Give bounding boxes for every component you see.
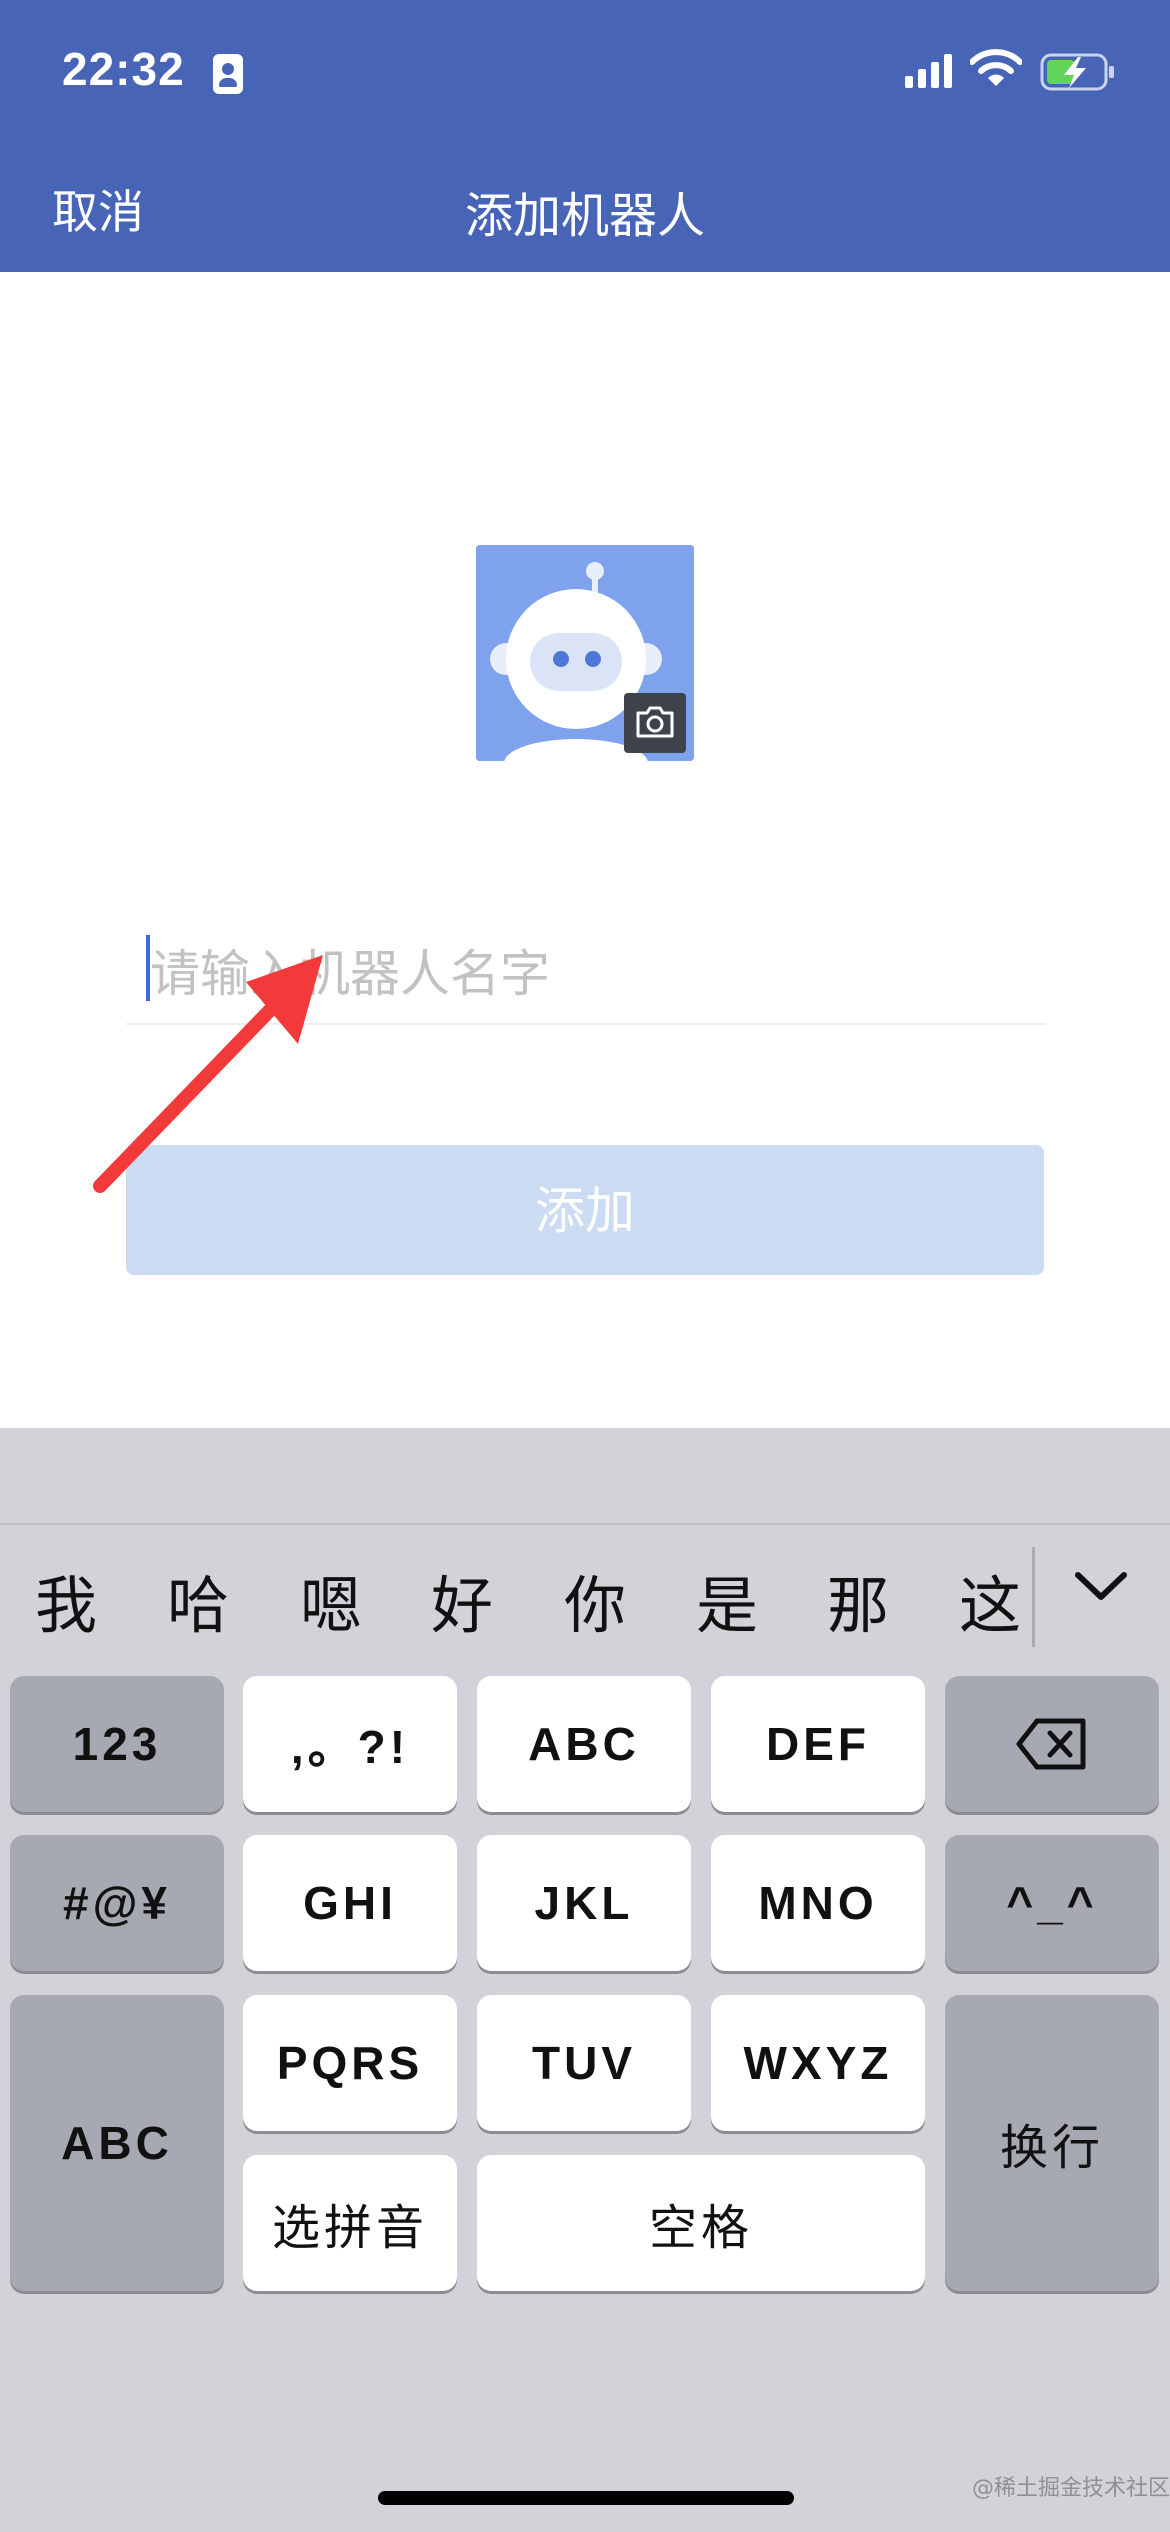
keyboard: 我 哈 嗯 好 你 是 那 这 123 ,。?! ABC DEF #@¥ GHI… [0,1428,1170,2532]
app-header: 22:32 取消 添加机器人 [0,0,1170,272]
battery-charging-icon [1040,53,1114,91]
candidate-word[interactable]: 嗯 [281,1555,381,1645]
watermark: @稀土掘金技术社区 [972,2476,1170,2501]
wifi-icon [970,49,1022,86]
key-punctuation[interactable]: ,。?! [243,1676,457,1812]
key-abc-switch[interactable]: ABC [10,1995,224,2291]
key-pqrs[interactable]: PQRS [243,1995,457,2131]
key-mno[interactable]: MNO [711,1835,925,1971]
candidate-word[interactable]: 是 [677,1555,777,1645]
key-tuv[interactable]: TUV [477,1995,691,2131]
newline-key[interactable]: 换行 [945,1995,1159,2291]
cellular-signal-icon [905,54,952,88]
chevron-down-icon[interactable] [1072,1569,1130,1603]
key-abc[interactable]: ABC [477,1676,691,1812]
candidate-word[interactable]: 你 [545,1555,645,1645]
candidate-word[interactable]: 哈 [148,1555,248,1645]
candidate-word[interactable]: 我 [16,1555,116,1645]
key-jkl[interactable]: JKL [477,1835,691,1971]
add-button[interactable]: 添加 [126,1145,1044,1275]
key-ghi[interactable]: GHI [243,1835,457,1971]
camera-icon[interactable] [624,693,686,753]
key-symbols[interactable]: #@¥ [10,1835,224,1971]
candidate-word[interactable]: 好 [412,1555,512,1645]
home-indicator[interactable] [378,2491,794,2505]
status-time: 22:32 [62,43,185,95]
backspace-icon [1016,1718,1086,1770]
delete-key[interactable] [945,1676,1159,1812]
candidate-word[interactable]: 那 [808,1555,908,1645]
robot-name-input[interactable] [126,925,1046,1025]
space-key[interactable]: 空格 [477,2155,925,2291]
key-wxyz[interactable]: WXYZ [711,1995,925,2131]
key-select-pinyin[interactable]: 选拼音 [243,2155,457,2291]
key-emoticon[interactable]: ^_^ [945,1835,1159,1971]
key-123[interactable]: 123 [10,1676,224,1812]
text-caret [146,935,150,1001]
contact-card-icon [213,54,243,94]
page-title: 添加机器人 [464,188,705,244]
candidate-word[interactable]: 这 [940,1555,1040,1645]
key-def[interactable]: DEF [711,1676,925,1812]
candidate-bar: 我 哈 嗯 好 你 是 那 这 [0,1523,1170,1667]
candidate-divider [1032,1547,1035,1647]
